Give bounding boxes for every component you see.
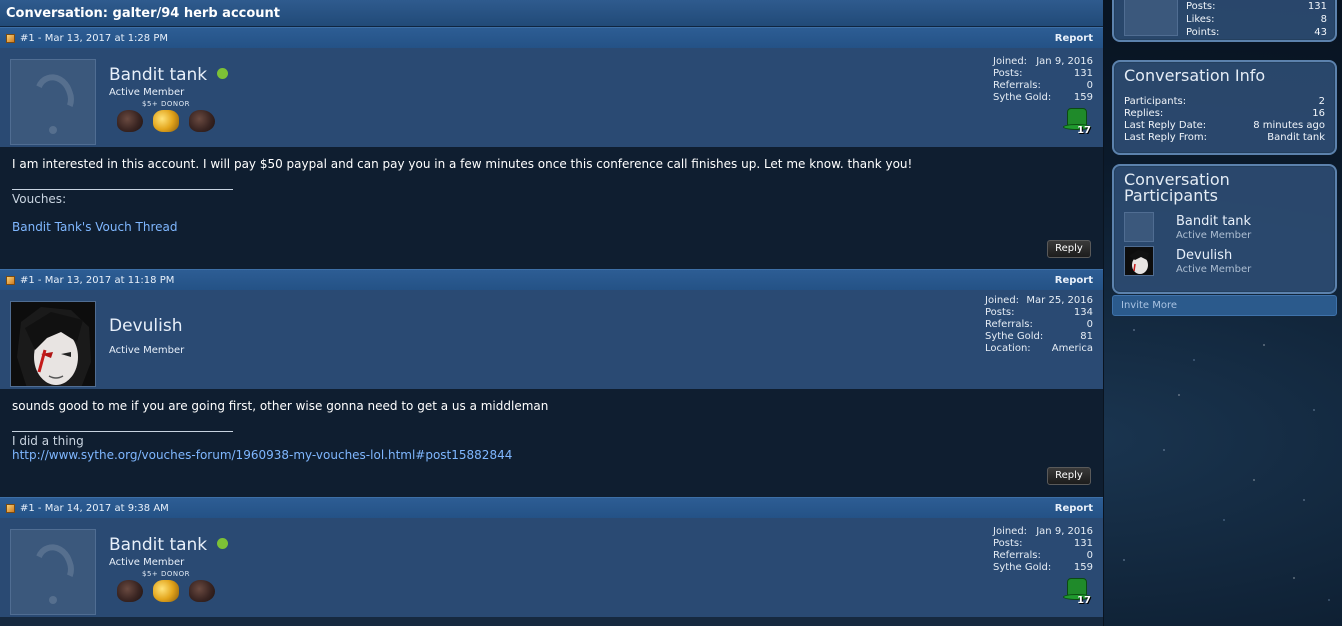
- panel-title: Conversation Info: [1124, 66, 1266, 85]
- avatar[interactable]: [1124, 246, 1154, 276]
- message-text: I am interested in this account. I will …: [12, 157, 913, 171]
- info-row: Last Reply Date: 8 minutes ago: [1124, 120, 1325, 131]
- stat-row: Referrals: 0: [993, 80, 1093, 91]
- devulish-avatar-image: [1125, 247, 1153, 275]
- ore-badge-icon: [117, 110, 143, 132]
- stat-row: Sythe Gold: 159: [993, 562, 1093, 573]
- message-text: sounds good to me if you are going first…: [12, 399, 549, 413]
- conversation-title: Conversation: galter/94 herb account: [0, 0, 1103, 27]
- post-meta[interactable]: #1 - Mar 13, 2017 at 11:18 PM: [20, 270, 174, 291]
- post-3: #1 - Mar 14, 2017 at 9:38 AM Report Band…: [0, 497, 1103, 617]
- signature-link[interactable]: http://www.sythe.org/vouches-forum/19609…: [12, 448, 512, 462]
- online-status-icon: [217, 68, 229, 79]
- profile-summary-panel: Posts: 131 Likes: 8 Points: 43: [1112, 0, 1337, 42]
- avatar[interactable]: [10, 59, 96, 145]
- post-header: #1 - Mar 13, 2017 at 1:28 PM Report: [0, 27, 1103, 48]
- avatar[interactable]: [10, 301, 96, 387]
- participant-title: Active Member: [1176, 230, 1252, 241]
- online-status-icon: [217, 538, 229, 549]
- stat-row: Sythe Gold: 81: [985, 331, 1093, 342]
- info-row: Replies: 16: [1124, 108, 1325, 119]
- devulish-avatar-image: [11, 302, 95, 386]
- stat-row: Location: America: [985, 343, 1093, 354]
- ore-badge-icon: [117, 580, 143, 602]
- post-meta[interactable]: #1 - Mar 13, 2017 at 1:28 PM: [20, 28, 168, 49]
- participant-item[interactable]: Devulish Active Member: [1114, 246, 1335, 280]
- invite-more-button[interactable]: Invite More: [1112, 295, 1337, 316]
- message-body: sounds good to me if you are going first…: [0, 389, 1103, 497]
- stat-row: Referrals: 0: [985, 319, 1093, 330]
- badges: [117, 580, 215, 602]
- stat-row: Posts: 131: [993, 538, 1093, 549]
- user-title: Active Member: [109, 345, 185, 356]
- user-info-bar: Bandit tank Active Member $5+ DONOR Join…: [0, 48, 1103, 147]
- info-row: Participants: 2: [1124, 96, 1325, 107]
- avatar[interactable]: [1124, 0, 1178, 36]
- signature-link[interactable]: Bandit Tank's Vouch Thread: [12, 220, 177, 234]
- stat-row: Referrals: 0: [993, 550, 1093, 561]
- signature-label: I did a thing: [12, 434, 84, 448]
- stat-row: Joined: Jan 9, 2016: [993, 56, 1093, 67]
- stat-row: Posts: 131: [1186, 1, 1327, 12]
- post-meta[interactable]: #1 - Mar 14, 2017 at 9:38 AM: [20, 498, 169, 519]
- user-title: Active Member: [109, 557, 185, 568]
- participant-name[interactable]: Devulish: [1176, 248, 1232, 263]
- user-title: Active Member: [109, 87, 185, 98]
- post-header: #1 - Mar 14, 2017 at 9:38 AM Report: [0, 497, 1103, 518]
- participant-title: Active Member: [1176, 264, 1252, 275]
- donor-label: $5+ DONOR: [142, 100, 191, 108]
- post-header: #1 - Mar 13, 2017 at 11:18 PM Report: [0, 269, 1103, 290]
- conversation-participants-panel: Conversation Participants Bandit tank Ac…: [1112, 164, 1337, 294]
- stat-row: Sythe Gold: 159: [993, 92, 1093, 103]
- post-1: #1 - Mar 13, 2017 at 1:28 PM Report Band…: [0, 27, 1103, 269]
- username[interactable]: Bandit tank: [109, 65, 229, 85]
- participant-name[interactable]: Bandit tank: [1176, 214, 1251, 229]
- user-info-bar: Devulish Active Member Joined: Mar 25, 20…: [0, 290, 1103, 389]
- ore-badge-icon: [189, 110, 215, 132]
- post-2: #1 - Mar 13, 2017 at 11:18 PM Report Dev…: [0, 269, 1103, 497]
- gold-coins-badge-icon: [153, 580, 179, 602]
- stat-row: Posts: 131: [993, 68, 1093, 79]
- panel-title: Conversation Participants: [1124, 170, 1230, 205]
- user-info-bar: Bandit tank Active Member $5+ DONOR Join…: [0, 518, 1103, 617]
- signature-divider: [12, 431, 233, 432]
- stat-row: Likes: 8: [1186, 14, 1327, 25]
- default-avatar-icon: [28, 68, 80, 124]
- report-link[interactable]: Report: [1055, 498, 1093, 519]
- leprechaun-hat-icon: 17: [1063, 576, 1091, 606]
- post-icon: [6, 503, 15, 513]
- message-body: I am interested in this account. I will …: [0, 147, 1103, 269]
- user-stats: Joined: Jan 9, 2016 Posts: 131 Referrals: 0…: [993, 56, 1093, 104]
- participant-item[interactable]: Bandit tank Active Member: [1114, 212, 1335, 246]
- reply-button[interactable]: Reply: [1047, 240, 1091, 258]
- username[interactable]: Devulish: [109, 316, 182, 336]
- stat-row: Joined: Jan 9, 2016: [993, 526, 1093, 537]
- user-stats: Joined: Jan 9, 2016 Posts: 131 Referrals: 0…: [993, 526, 1093, 574]
- stat-row: Posts: 134: [985, 307, 1093, 318]
- ore-badge-icon: [189, 580, 215, 602]
- badges: [117, 110, 215, 132]
- signature-label: Vouches:: [12, 192, 67, 206]
- username[interactable]: Bandit tank: [109, 535, 229, 555]
- info-row: Last Reply From: Bandit tank: [1124, 132, 1325, 143]
- stat-row: Joined: Mar 25, 2016: [985, 295, 1093, 306]
- avatar[interactable]: [10, 529, 96, 615]
- gold-coins-badge-icon: [153, 110, 179, 132]
- post-icon: [6, 275, 15, 285]
- conversation-main: Conversation: galter/94 herb account #1 …: [0, 0, 1104, 626]
- signature-divider: [12, 189, 233, 190]
- conversation-info-panel: Conversation Info Participants: 2 Replies…: [1112, 60, 1337, 155]
- stat-row: Points: 43: [1186, 27, 1327, 38]
- reply-button[interactable]: Reply: [1047, 467, 1091, 485]
- default-avatar-icon: [28, 538, 80, 594]
- user-stats: Joined: Mar 25, 2016 Posts: 134 Referrals:…: [985, 295, 1093, 355]
- donor-label: $5+ DONOR: [142, 570, 191, 578]
- report-link[interactable]: Report: [1055, 28, 1093, 49]
- report-link[interactable]: Report: [1055, 270, 1093, 291]
- avatar[interactable]: [1124, 212, 1154, 242]
- post-icon: [6, 33, 15, 43]
- leprechaun-hat-icon: 17: [1063, 106, 1091, 136]
